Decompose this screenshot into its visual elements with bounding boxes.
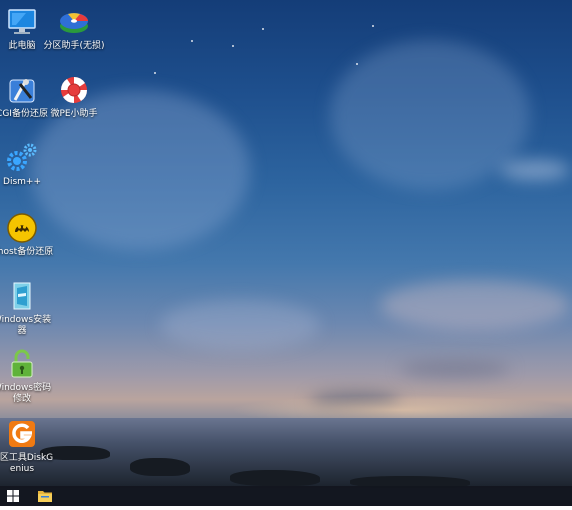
desktop-icon-pe-helper[interactable]: 微PE小助手 xyxy=(42,74,106,120)
desktop-icon-label: Dism++ xyxy=(3,177,41,187)
desktop-icon-diskgenius[interactable]: 分区工具DiskGenius xyxy=(0,418,54,475)
ghost-icon xyxy=(6,212,38,244)
cgi-tools-icon xyxy=(6,74,38,106)
desktop-icon-dism[interactable]: Dism++ xyxy=(0,142,54,188)
desktop-icon-label: 分区助手(无损) xyxy=(43,41,105,51)
wallpaper-cloud xyxy=(160,300,320,350)
wallpaper-cloud xyxy=(400,360,510,378)
desktop-icon-label: Ghost备份还原 xyxy=(0,247,54,257)
desktop-icon-windows-installer[interactable]: Windows安装器 xyxy=(0,280,54,337)
desktop-icon-label: Windows密码修改 xyxy=(0,383,52,404)
desktop-icon-partition-assistant[interactable]: 分区助手(无损) xyxy=(42,6,106,52)
wallpaper-star xyxy=(262,28,264,30)
lifebuoy-icon xyxy=(58,74,90,106)
desktop-icon-label: 分区工具DiskGenius xyxy=(0,453,54,474)
folder-icon xyxy=(32,491,58,510)
wallpaper-star xyxy=(372,25,374,27)
wallpaper-star xyxy=(356,63,358,65)
partition-disk-icon xyxy=(58,6,90,38)
file-explorer-button[interactable] xyxy=(32,486,58,506)
wallpaper-cloud xyxy=(500,160,570,180)
wallpaper-star xyxy=(191,40,193,42)
desktop-icon-windows-password[interactable]: Windows密码修改 xyxy=(0,348,54,405)
padlock-icon xyxy=(6,348,38,380)
desktop-icon-label: Windows安装器 xyxy=(0,315,52,336)
desktop-icon-label: 微PE小助手 xyxy=(50,109,98,119)
gears-icon xyxy=(6,142,38,174)
start-button[interactable] xyxy=(0,486,26,506)
taskbar xyxy=(0,486,572,506)
wallpaper-rock xyxy=(230,470,320,486)
wallpaper-star xyxy=(232,45,234,47)
wallpaper-star xyxy=(154,72,156,74)
computer-icon xyxy=(6,6,38,38)
diskgenius-icon xyxy=(6,418,38,450)
windows-start-icon xyxy=(0,490,26,510)
wallpaper-cloud xyxy=(380,280,570,330)
wallpaper-rock xyxy=(130,458,190,476)
desktop-icon-ghost[interactable]: Ghost备份还原 xyxy=(0,212,54,258)
installer-icon xyxy=(6,280,38,312)
